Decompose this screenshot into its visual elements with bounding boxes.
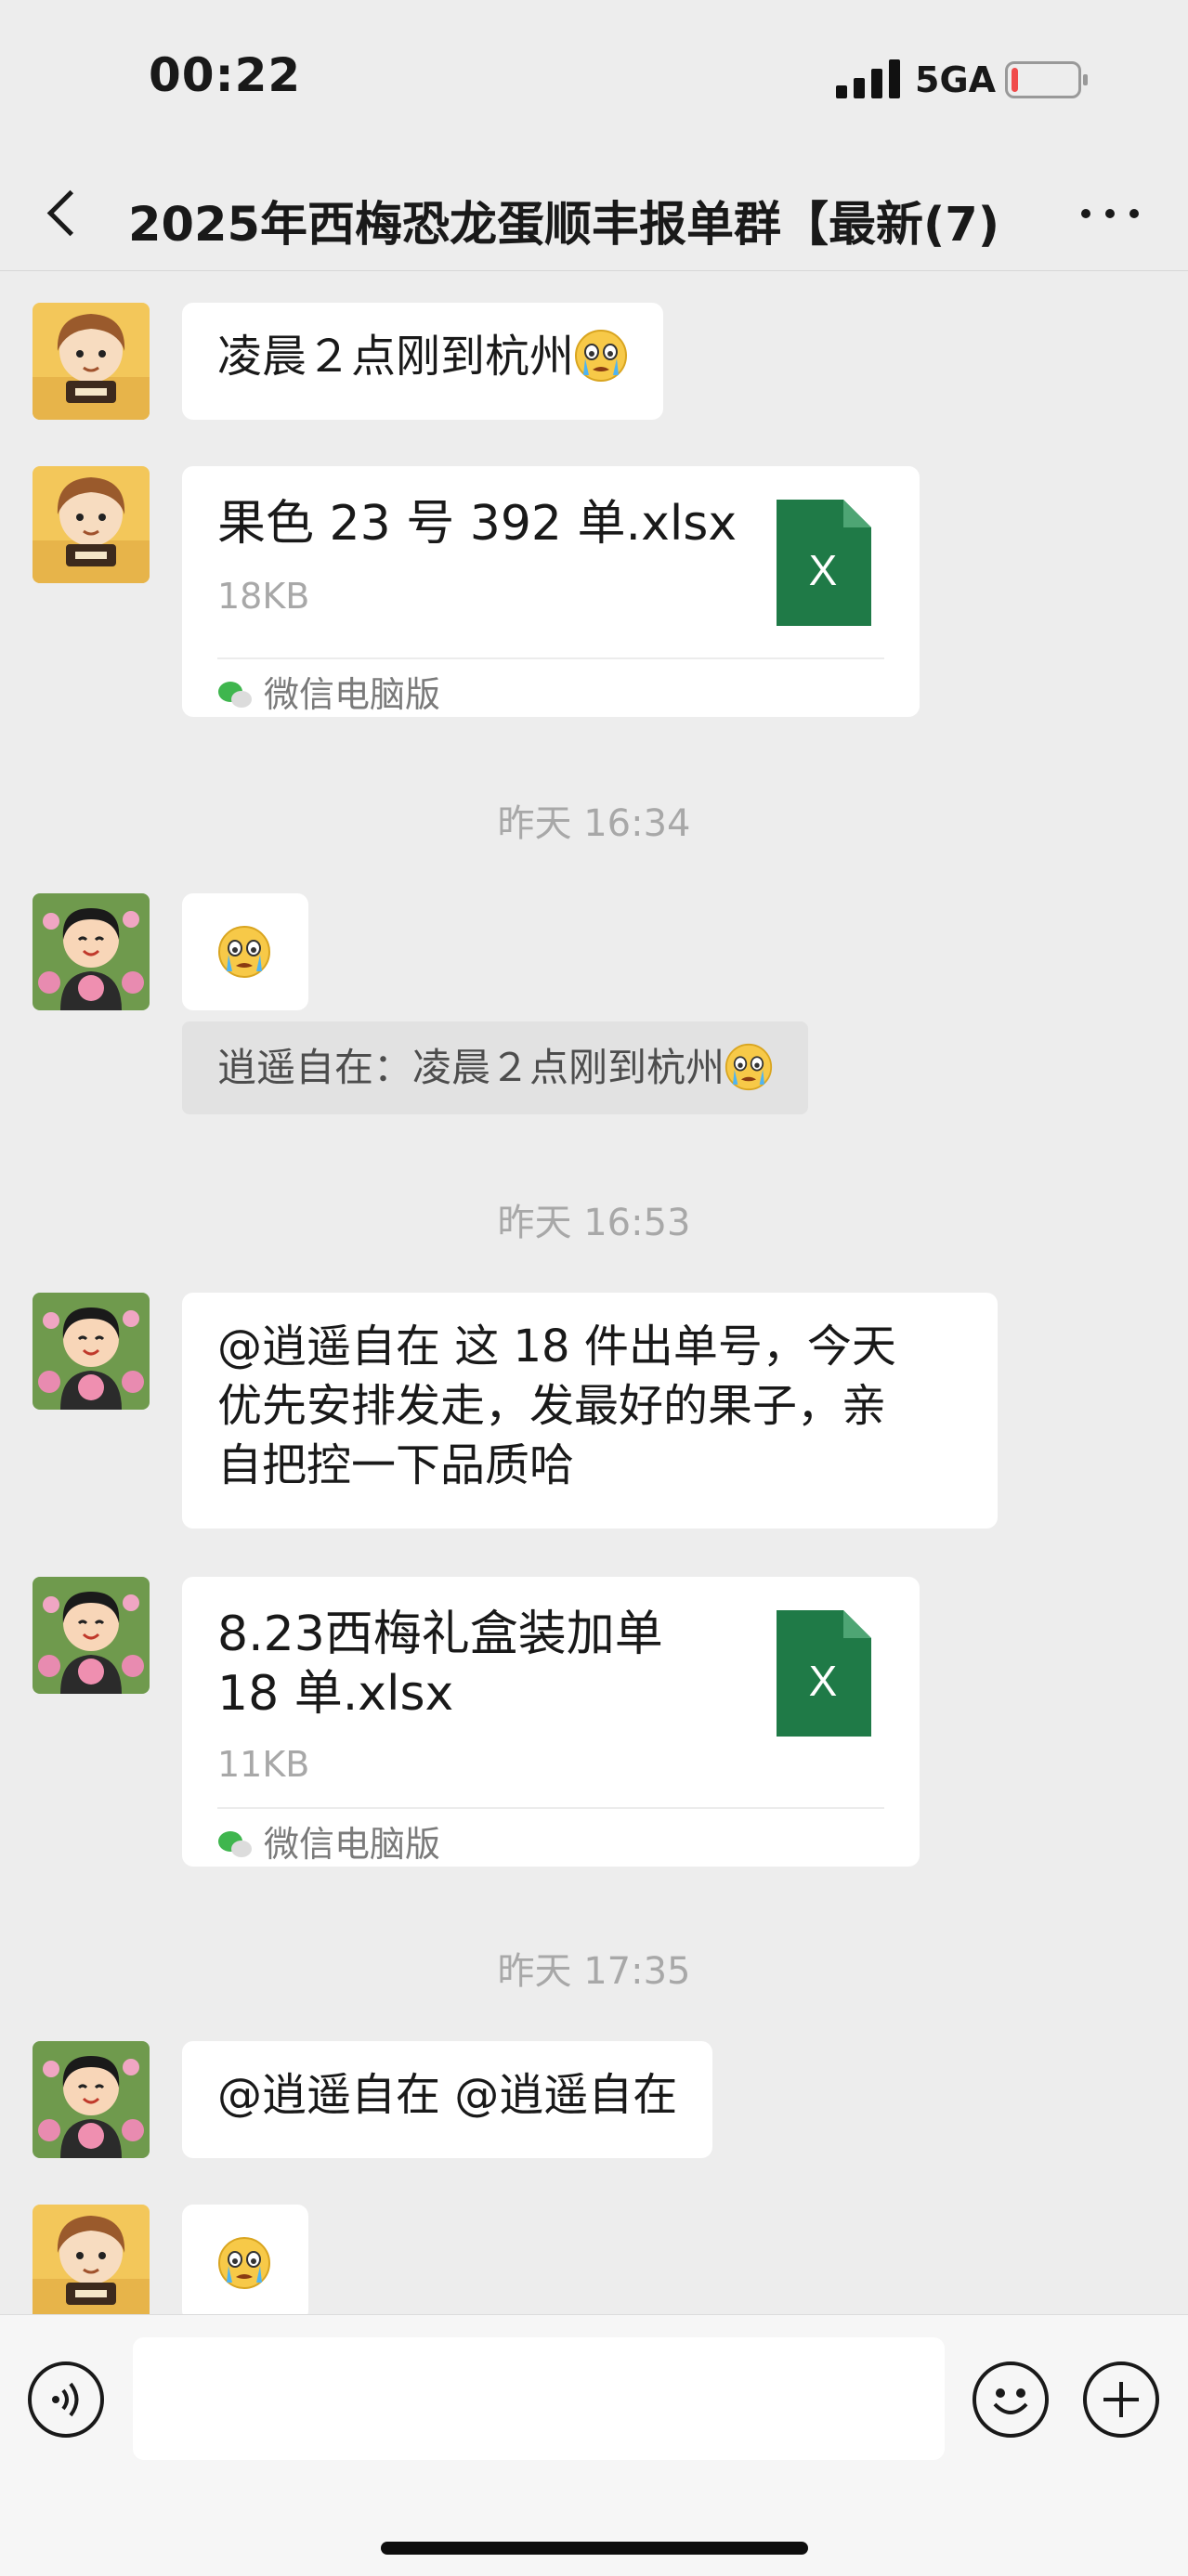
file-name-line: 18 单.xlsx [217,1666,454,1722]
timestamp: 昨天 17:35 [497,1950,691,1993]
file-size: 11KB [217,1744,310,1785]
file-message[interactable]: 8.23西梅礼盒装加单 18 单.xlsx 11KB 微信电脑版 [182,1577,920,1867]
file-source: 微信电脑版 [217,1815,440,1874]
crying-face-icon [218,2237,270,2289]
network-type: 5GA [915,59,997,100]
male-avatar[interactable] [33,2205,150,2322]
message-bubble[interactable]: @逍遥自在 这 18 件出单号，今天 优先安排发走，发最好的果子，亲 自把控一下… [182,1293,998,1529]
quoted-message[interactable]: 逍遥自在：凌晨２点刚到杭州 [182,1021,809,1114]
wechat-icon [218,681,252,708]
male-avatar[interactable] [33,466,150,583]
message-text-line: 自把控一下品质哈 [217,1439,575,1491]
emoji-icon[interactable] [973,2361,1049,2438]
excel-icon [777,1610,871,1737]
message-bubble[interactable]: @逍遥自在 @逍遥自在 [182,2041,713,2158]
timestamp: 昨天 16:53 [497,1202,691,1244]
chat-title: 2025年西梅恐龙蛋顺丰报单群【最新(7) [128,198,1000,253]
chat-header: 2025年西梅恐龙蛋顺丰报单群【最新(7) [0,158,1188,271]
file-source: 微信电脑版 [217,665,440,724]
crying-face-icon [218,926,270,978]
excel-icon [777,500,871,626]
female-avatar[interactable] [33,2041,150,2158]
message-bubble[interactable] [182,893,308,1010]
home-indicator[interactable] [381,2542,808,2555]
file-name: 8.23西梅礼盒装加单 18 单.xlsx [217,1605,738,1724]
source-label: 微信电脑版 [264,1824,441,1865]
divider [217,1807,884,1809]
status-bar: 00:22 5GA [0,0,1188,158]
crying-face-icon [725,1043,773,1090]
message-input[interactable] [133,2337,945,2460]
signal-icon [836,59,901,98]
female-avatar[interactable] [33,893,150,1010]
battery-icon [1005,61,1088,98]
female-avatar[interactable] [33,1293,150,1410]
message-text: 凌晨２点刚到杭州 [217,331,575,383]
wechat-icon [218,1830,252,1857]
divider [217,657,884,659]
message-bubble[interactable]: 凌晨２点刚到杭州 [182,303,664,420]
message-bubble[interactable] [182,2205,308,2322]
source-label: 微信电脑版 [264,674,441,715]
back-arrow-icon[interactable] [37,178,93,249]
message-text-line: 优先安排发走，发最好的果子，亲 [217,1380,887,1432]
crying-face-icon [575,330,628,382]
file-name-line: 8.23西梅礼盒装加单 [217,1607,663,1662]
male-avatar[interactable] [33,303,150,420]
status-time: 00:22 [149,48,302,102]
quote-text: 逍遥自在：凌晨２点刚到杭州 [217,1045,725,1090]
file-name: 果色 23 号 392 单.xlsx [217,496,738,552]
message-text: @逍遥自在 @逍遥自在 [217,2069,678,2121]
more-dots-icon[interactable] [1077,195,1142,232]
input-bar [0,2314,1188,2576]
file-message[interactable]: 果色 23 号 392 单.xlsx 18KB 微信电脑版 [182,466,920,717]
voice-icon[interactable] [28,2361,104,2438]
battery-level [1012,68,1018,92]
plus-icon[interactable] [1083,2361,1159,2438]
timestamp: 昨天 16:34 [497,802,691,845]
female-avatar[interactable] [33,1577,150,1694]
message-text-line: @逍遥自在 这 18 件出单号，今天 [217,1321,896,1373]
file-size: 18KB [217,576,310,617]
